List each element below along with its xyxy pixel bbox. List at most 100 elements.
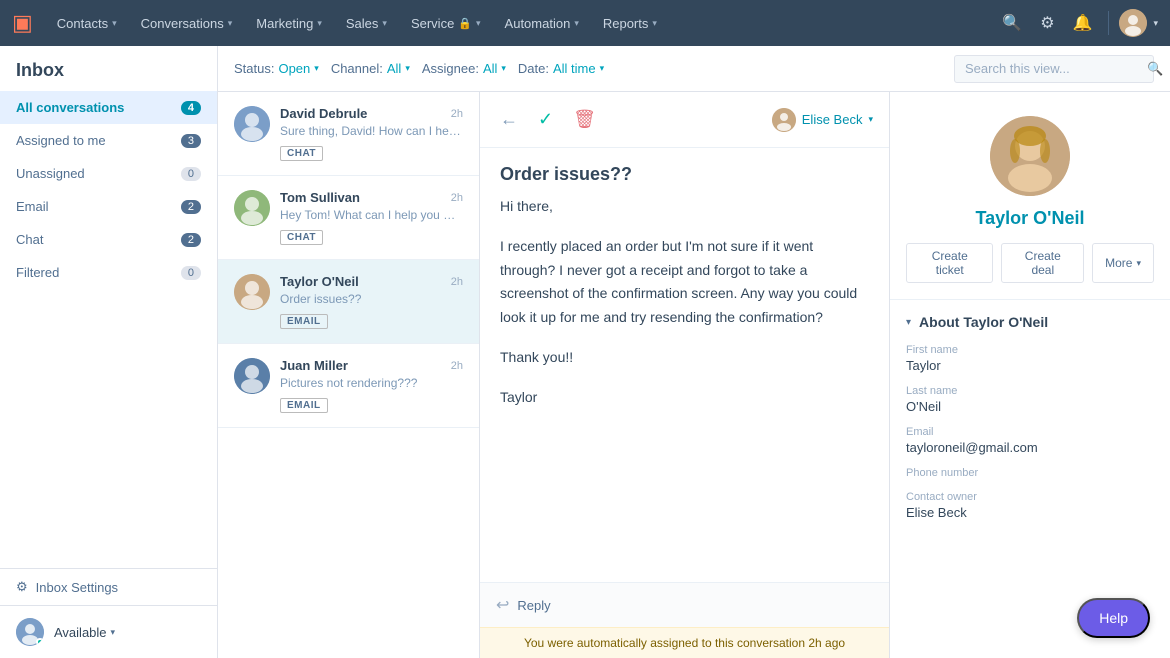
toolbar-left: ← ✓ 🗑 <box>496 105 600 134</box>
chevron-down-icon: ▾ <box>1136 258 1141 269</box>
contact-avatar <box>990 116 1070 196</box>
chevron-down-icon: ▾ <box>868 114 873 125</box>
user-avatar[interactable] <box>1119 9 1147 37</box>
auto-assign-notice: You were automatically assigned to this … <box>480 627 889 658</box>
conv-preview: Order issues?? <box>280 292 463 306</box>
conv-avatar <box>234 190 270 226</box>
toolbar-right: Elise Beck ▾ <box>772 108 873 132</box>
contact-name: Taylor O'Neil <box>976 208 1085 229</box>
sidebar-footer: Available ▾ <box>0 605 217 658</box>
inbox-settings-link[interactable]: ⚙ Inbox Settings <box>0 568 217 605</box>
user-status-avatar <box>16 618 44 646</box>
settings-icon-btn[interactable]: ⚙ <box>1034 7 1060 39</box>
app-body: Inbox All conversations 4 Assigned to me… <box>0 46 1170 658</box>
conv-time: 2h <box>451 276 463 288</box>
lock-icon: 🔒 <box>458 17 472 30</box>
more-button[interactable]: More ▾ <box>1092 243 1154 283</box>
nav-conversations[interactable]: Conversations ▾ <box>131 10 243 37</box>
conv-preview: Sure thing, David! How can I help? <box>280 124 463 138</box>
message-paragraph: I recently placed an order but I'm not s… <box>500 235 869 330</box>
nav-divider <box>1108 11 1109 35</box>
conv-name: Tom Sullivan <box>280 190 360 205</box>
message-paragraph: Hi there, <box>500 195 869 219</box>
chevron-down-icon: ▾ <box>600 63 605 74</box>
conv-tag: CHAT <box>280 146 323 161</box>
chevron-down-icon: ▾ <box>111 627 116 638</box>
about-section-header[interactable]: ▾ About Taylor O'Neil <box>906 314 1154 330</box>
create-ticket-button[interactable]: Create ticket <box>906 243 993 283</box>
conv-avatar <box>234 358 270 394</box>
create-deal-button[interactable]: Create deal <box>1001 243 1084 283</box>
contact-actions: Create ticket Create deal More ▾ <box>906 243 1154 283</box>
status-filter[interactable]: Status: Open ▾ <box>234 61 319 76</box>
help-button[interactable]: Help <box>1077 598 1150 638</box>
assignee-avatar <box>772 108 796 132</box>
contact-field: Phone number <box>906 467 1154 479</box>
field-label: Phone number <box>906 467 1154 479</box>
contact-details: ▾ About Taylor O'Neil First name Taylor … <box>890 300 1170 546</box>
main-content: Status: Open ▾ Channel: All ▾ Assignee: … <box>218 46 1170 658</box>
filter-bar: Status: Open ▾ Channel: All ▾ Assignee: … <box>218 46 1170 92</box>
status-button[interactable]: Available ▾ <box>54 625 115 640</box>
search-box[interactable]: 🔍 <box>954 55 1154 83</box>
conv-content: Juan Miller 2h Pictures not rendering???… <box>280 358 463 413</box>
nav-reports[interactable]: Reports ▾ <box>593 10 667 37</box>
delete-button[interactable]: 🗑 <box>569 105 600 134</box>
field-value: tayloroneil@gmail.com <box>906 440 1154 455</box>
chevron-down-icon: ▾ <box>906 317 911 328</box>
nav-marketing[interactable]: Marketing ▾ <box>246 10 332 37</box>
sidebar-item-chat[interactable]: Chat 2 <box>0 223 217 256</box>
conv-preview: Hey Tom! What can I help you with? <box>280 208 463 222</box>
channel-filter[interactable]: Channel: All ▾ <box>331 61 410 76</box>
nav-contacts[interactable]: Contacts ▾ <box>47 10 127 37</box>
conv-tag: EMAIL <box>280 398 328 413</box>
contact-field: Contact owner Elise Beck <box>906 491 1154 520</box>
hubspot-logo[interactable]: ▣ <box>12 10 33 36</box>
sidebar-item-unassigned[interactable]: Unassigned 0 <box>0 157 217 190</box>
list-item[interactable]: Taylor O'Neil 2h Order issues?? EMAIL <box>218 260 479 344</box>
conv-tag: CHAT <box>280 230 323 245</box>
nav-sales[interactable]: Sales ▾ <box>336 10 397 37</box>
chevron-down-icon: ▾ <box>112 18 117 29</box>
list-item[interactable]: David Debrule 2h Sure thing, David! How … <box>218 92 479 176</box>
nav-service[interactable]: Service 🔒 ▾ <box>401 10 491 37</box>
conv-avatar <box>234 106 270 142</box>
message-toolbar: ← ✓ 🗑 Elise Beck ▾ <box>480 92 889 148</box>
field-value: O'Neil <box>906 399 1154 414</box>
chevron-down-icon: ▾ <box>501 63 506 74</box>
reply-icon: ↩ <box>496 595 509 615</box>
sidebar-item-assigned-to-me[interactable]: Assigned to me 3 <box>0 124 217 157</box>
chevron-down-icon: ▾ <box>382 18 387 29</box>
sidebar-item-email[interactable]: Email 2 <box>0 190 217 223</box>
conv-tag: EMAIL <box>280 314 328 329</box>
conv-name: Juan Miller <box>280 358 348 373</box>
list-item[interactable]: Juan Miller 2h Pictures not rendering???… <box>218 344 479 428</box>
assignee-selector[interactable]: Elise Beck ▾ <box>772 108 873 132</box>
search-icon: 🔍 <box>1147 61 1163 77</box>
sidebar-nav: All conversations 4 Assigned to me 3 Una… <box>0 91 217 330</box>
back-button[interactable]: ← <box>496 105 522 134</box>
conv-avatar <box>234 274 270 310</box>
sidebar-item-all-conversations[interactable]: All conversations 4 <box>0 91 217 124</box>
contact-field: Last name O'Neil <box>906 385 1154 414</box>
resolve-button[interactable]: ✓ <box>534 105 557 134</box>
date-filter[interactable]: Date: All time ▾ <box>518 61 604 76</box>
reply-bar[interactable]: ↩ Reply <box>480 582 889 627</box>
chevron-down-icon: ▾ <box>574 18 579 29</box>
sidebar-item-filtered[interactable]: Filtered 0 <box>0 256 217 289</box>
message-pane: ← ✓ 🗑 Elise Beck ▾ Order <box>480 92 890 658</box>
sidebar: Inbox All conversations 4 Assigned to me… <box>0 46 218 658</box>
conv-preview: Pictures not rendering??? <box>280 376 463 390</box>
message-paragraph: Taylor <box>500 386 869 410</box>
message-body: Hi there, I recently placed an order but … <box>480 195 889 582</box>
search-icon-btn[interactable]: 🔍 <box>996 7 1028 39</box>
conv-time: 2h <box>451 192 463 204</box>
assignee-filter[interactable]: Assignee: All ▾ <box>422 61 506 76</box>
search-input[interactable] <box>965 61 1141 76</box>
list-item[interactable]: Tom Sullivan 2h Hey Tom! What can I help… <box>218 176 479 260</box>
message-subject: Order issues?? <box>480 148 889 195</box>
nav-automation[interactable]: Automation ▾ <box>495 10 589 37</box>
contact-field: First name Taylor <box>906 344 1154 373</box>
field-label: Contact owner <box>906 491 1154 503</box>
notifications-icon-btn[interactable]: 🔔 <box>1067 7 1099 39</box>
